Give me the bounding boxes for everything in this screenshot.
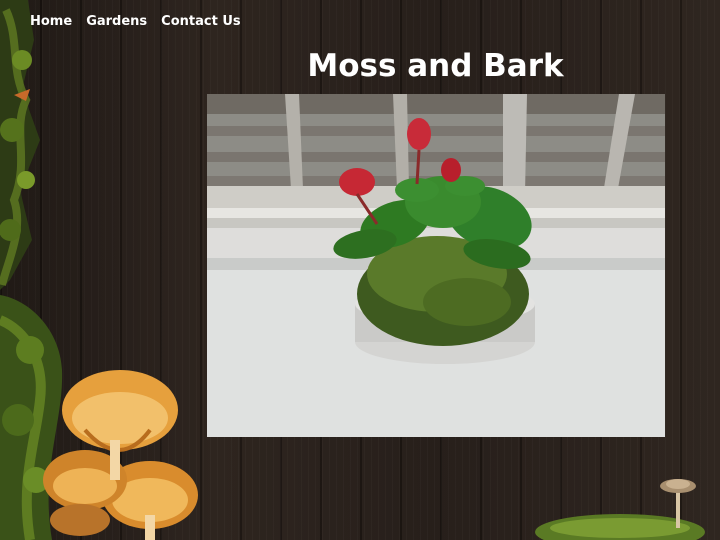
nav-contact-link[interactable]: Contact Us — [161, 14, 240, 29]
small-mushroom-decoration — [535, 479, 705, 540]
moss-mushroom-decoration — [0, 0, 198, 540]
hero-plant-photo — [207, 94, 665, 437]
nav-gardens-link[interactable]: Gardens — [86, 14, 147, 29]
main-nav: Home Gardens Contact Us — [30, 14, 241, 29]
nav-home-link[interactable]: Home — [30, 14, 72, 29]
page-title: Moss and Bark — [307, 48, 564, 84]
